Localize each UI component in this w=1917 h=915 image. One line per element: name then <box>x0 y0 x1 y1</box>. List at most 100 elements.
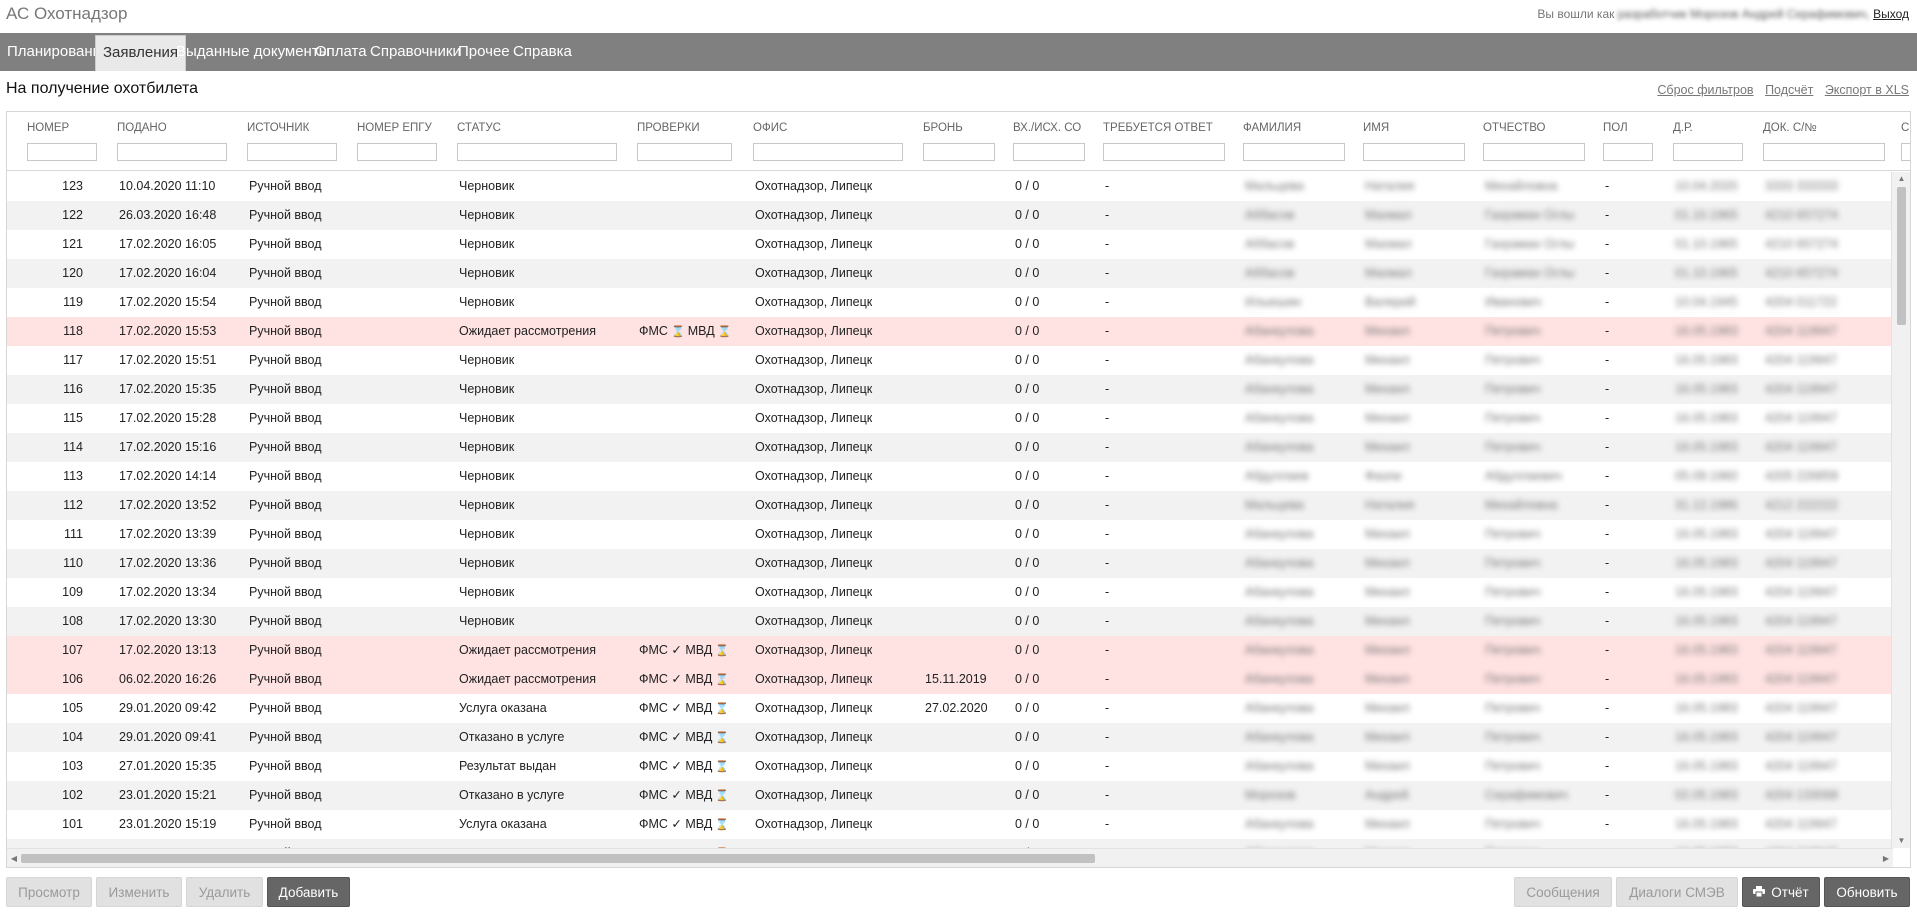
table-row[interactable]: 108 17.02.2020 13:30 Ручной ввод Черновик Ох… <box>7 607 1893 636</box>
filter-extra[interactable] <box>1901 143 1910 161</box>
table-row[interactable]: 113 17.02.2020 14:14 Ручной ввод Черновик Ох… <box>7 462 1893 491</box>
cell-number: 121 <box>62 237 83 251</box>
scroll-right-icon[interactable]: ▶ <box>1879 849 1893 867</box>
smev-dialogs-button[interactable]: Диалоги СМЭВ <box>1616 877 1738 907</box>
filter-birth-date[interactable] <box>1673 143 1743 161</box>
column-header-submitted[interactable]: ПОДАНО <box>117 122 167 134</box>
column-header-reservation[interactable]: БРОНЬ <box>923 122 963 134</box>
filter-epgu-number[interactable] <box>357 143 437 161</box>
filter-status[interactable] <box>457 143 617 161</box>
column-header-reply-required[interactable]: ТРЕБУЕТСЯ ОТВЕТ <box>1103 122 1213 134</box>
delete-button[interactable]: Удалить <box>186 877 263 907</box>
table-row[interactable]: 100 08.11.2019 11:53 Ручной ввод Услуга ока… <box>7 839 1893 848</box>
horizontal-scroll-thumb[interactable] <box>21 854 1095 863</box>
table-row[interactable]: 123 10.04.2020 11:10 Ручной ввод Черновик Ох… <box>7 172 1893 201</box>
table-row[interactable]: 103 27.01.2020 15:35 Ручной ввод Результат … <box>7 752 1893 781</box>
table-row[interactable]: 120 17.02.2020 16:04 Ручной ввод Черновик Ох… <box>7 259 1893 288</box>
cell-birth-date: 31.12.1986 <box>1675 498 1738 512</box>
refresh-button[interactable]: Обновить <box>1824 877 1910 907</box>
filter-in-out[interactable] <box>1013 143 1085 161</box>
cell-middle-name: Гахраман Оглы <box>1485 266 1575 280</box>
filter-reply-required[interactable] <box>1103 143 1225 161</box>
table-row[interactable]: 109 17.02.2020 13:34 Ручной ввод Черновик Ох… <box>7 578 1893 607</box>
view-button[interactable]: Просмотр <box>6 877 92 907</box>
add-button[interactable]: Добавить <box>267 877 350 907</box>
table-row[interactable]: 105 29.01.2020 09:42 Ручной ввод Услуга ока… <box>7 694 1893 723</box>
reset-filters-link[interactable]: Сброс фильтров <box>1657 83 1753 97</box>
column-header-last-name[interactable]: ФАМИЛИЯ <box>1243 122 1301 134</box>
horizontal-scrollbar[interactable]: ◀ ▶ <box>7 848 1893 867</box>
table-row[interactable]: 116 17.02.2020 15:35 Ручной ввод Черновик Ох… <box>7 375 1893 404</box>
column-header-source[interactable]: ИСТОЧНИК <box>247 122 309 134</box>
cell-birth-date: 16.05.1983 <box>1675 382 1738 396</box>
filter-checks[interactable] <box>637 143 732 161</box>
table-row[interactable]: 118 17.02.2020 15:53 Ручной ввод Ожидает ра… <box>7 317 1893 346</box>
cell-document: 4204 119947 <box>1765 643 1838 657</box>
logout-link[interactable]: Выход <box>1873 7 1909 21</box>
cell-birth-date: 16.05.1983 <box>1675 411 1738 425</box>
filter-sex[interactable] <box>1603 143 1653 161</box>
cell-epgu <box>359 607 449 636</box>
cell-epgu <box>359 172 449 201</box>
table-row[interactable]: 106 06.02.2020 16:26 Ручной ввод Ожидает ра… <box>7 665 1893 694</box>
nav-item-help[interactable]: Справка <box>506 33 579 71</box>
filter-submitted[interactable] <box>117 143 227 161</box>
table-row[interactable]: 111 17.02.2020 13:39 Ручной ввод Черновик Ох… <box>7 520 1893 549</box>
column-header-sex[interactable]: ПОЛ <box>1603 122 1628 134</box>
cell-source: Ручной ввод <box>249 324 322 338</box>
table-row[interactable]: 115 17.02.2020 15:28 Ручной ввод Черновик Ох… <box>7 404 1893 433</box>
filter-middle-name[interactable] <box>1483 143 1585 161</box>
scroll-down-icon[interactable]: ▼ <box>1892 834 1910 848</box>
column-header-in-out[interactable]: ВХ./ИСХ. СО <box>1013 122 1081 134</box>
table-row[interactable]: 110 17.02.2020 13:36 Ручной ввод Черновик Ох… <box>7 549 1893 578</box>
filter-last-name[interactable] <box>1243 143 1345 161</box>
column-header-middle-name[interactable]: ОТЧЕСТВО <box>1483 122 1546 134</box>
table-row[interactable]: 121 17.02.2020 16:05 Ручной ввод Черновик Ох… <box>7 230 1893 259</box>
scroll-up-icon[interactable]: ▲ <box>1892 172 1910 186</box>
table-row[interactable]: 122 26.03.2020 16:48 Ручной ввод Черновик Ох… <box>7 201 1893 230</box>
column-header-document[interactable]: ДОК. С/№ <box>1763 122 1817 134</box>
checkmark-icon: ✓ <box>667 643 686 657</box>
cell-status: Отказано в услуге <box>459 730 565 744</box>
filter-number[interactable] <box>27 143 97 161</box>
table-row[interactable]: 101 23.01.2020 15:19 Ручной ввод Услуга ока… <box>7 810 1893 839</box>
cell-source: Ручной ввод <box>249 643 322 657</box>
cell-status: Услуга оказана <box>459 817 547 831</box>
column-header-status[interactable]: СТАТУС <box>457 122 501 134</box>
count-link[interactable]: Подсчёт <box>1765 83 1813 97</box>
filter-first-name[interactable] <box>1363 143 1465 161</box>
scroll-left-icon[interactable]: ◀ <box>7 849 21 867</box>
table-row[interactable]: 102 23.01.2020 15:21 Ручной ввод Отказано в… <box>7 781 1893 810</box>
vertical-scrollbar[interactable]: ▲ ▼ <box>1891 172 1910 848</box>
column-header-checks[interactable]: ПРОВЕРКИ <box>637 122 700 134</box>
table-row[interactable]: 107 17.02.2020 13:13 Ручной ввод Ожидает ра… <box>7 636 1893 665</box>
filter-document[interactable] <box>1763 143 1885 161</box>
export-xls-link[interactable]: Экспорт в XLS <box>1825 83 1909 97</box>
filter-office[interactable] <box>753 143 903 161</box>
column-header-first-name[interactable]: ИМЯ <box>1363 122 1389 134</box>
column-header-office[interactable]: ОФИС <box>753 122 787 134</box>
messages-button[interactable]: Сообщения <box>1514 877 1612 907</box>
table-row[interactable]: 112 17.02.2020 13:52 Ручной ввод Черновик Ох… <box>7 491 1893 520</box>
cell-in-out: 0 / 0 <box>1015 208 1040 222</box>
table-row[interactable]: 119 17.02.2020 15:54 Ручной ввод Черновик Ох… <box>7 288 1893 317</box>
cell-reservation <box>925 346 1007 375</box>
column-header-number[interactable]: НОМЕР <box>27 122 69 134</box>
column-header-extra[interactable]: С <box>1901 122 1909 134</box>
column-header-birth-date[interactable]: Д.Р. <box>1673 122 1693 134</box>
table-row[interactable]: 114 17.02.2020 15:16 Ручной ввод Черновик Ох… <box>7 433 1893 462</box>
column-header-epgu-number[interactable]: НОМЕР ЕПГУ <box>357 122 432 134</box>
filter-source[interactable] <box>247 143 337 161</box>
cell-office: Охотнадзор, Липецк <box>755 498 873 512</box>
cell-middle-name: Гахраман Оглы <box>1485 237 1575 251</box>
edit-button[interactable]: Изменить <box>96 877 182 907</box>
cell-source: Ручной ввод <box>249 817 322 831</box>
vertical-scroll-thumb[interactable] <box>1897 187 1906 325</box>
cell-first-name: Махмал <box>1365 237 1412 251</box>
table-row[interactable]: 117 17.02.2020 15:51 Ручной ввод Черновик Ох… <box>7 346 1893 375</box>
cell-number: 118 <box>63 324 83 338</box>
filter-reservation[interactable] <box>923 143 995 161</box>
report-button[interactable]: Отчёт <box>1742 877 1820 907</box>
cell-first-name: Михаил <box>1365 672 1410 686</box>
table-row[interactable]: 104 29.01.2020 09:41 Ручной ввод Отказано в… <box>7 723 1893 752</box>
